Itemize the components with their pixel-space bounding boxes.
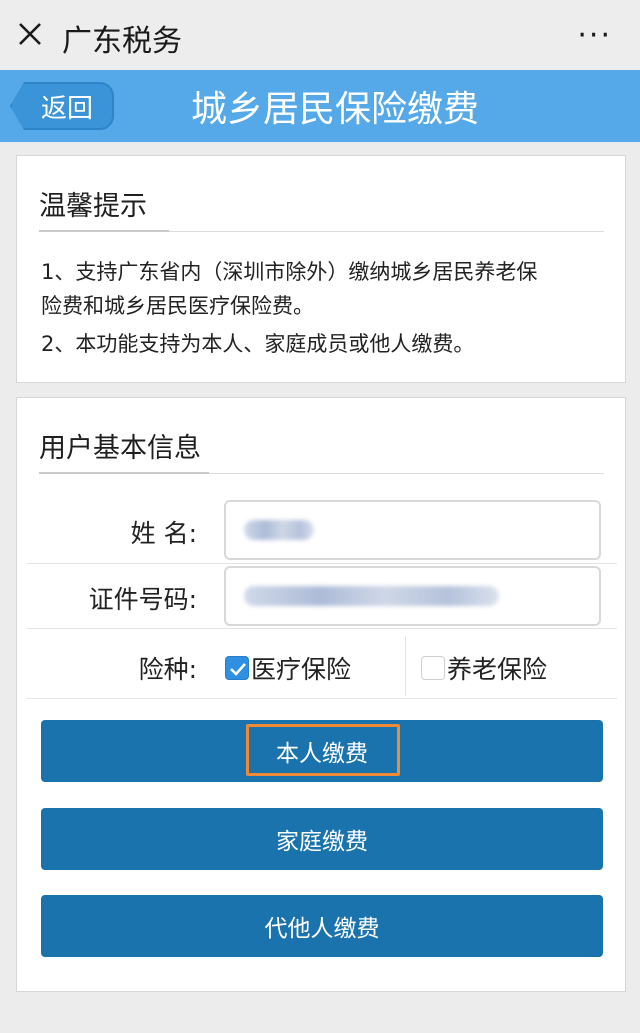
- medical-insurance-label[interactable]: 医疗保险: [251, 650, 351, 686]
- tips-title-underline: [39, 230, 169, 232]
- column-divider: [405, 636, 406, 696]
- tip-line-1: 1、支持广东省内（深圳市除外）缴纳城乡居民养老保: [41, 260, 538, 284]
- tips-divider: [169, 231, 604, 232]
- wechat-title-bar: 广东税务 ···: [0, 0, 640, 70]
- family-pay-button[interactable]: 家庭缴费: [41, 808, 603, 870]
- insurance-type-label: 险种:: [138, 655, 197, 684]
- page-title: 城乡居民保险缴费: [190, 89, 479, 130]
- row-divider: [27, 628, 617, 629]
- name-value-redacted: [244, 520, 314, 540]
- id-number-label: 证件号码:: [88, 585, 197, 614]
- user-info-title-underline: [39, 472, 209, 474]
- tips-panel: 温馨提示 1、支持广东省内（深圳市除外）缴纳城乡居民养老保 险费和城乡居民医疗保…: [16, 155, 626, 383]
- row-divider: [27, 698, 617, 699]
- name-input[interactable]: [224, 500, 601, 560]
- more-options-icon[interactable]: ···: [577, 18, 612, 53]
- close-icon[interactable]: [16, 20, 44, 48]
- id-number-value-redacted: [244, 586, 499, 606]
- check-icon: [230, 663, 246, 676]
- pay-for-others-button[interactable]: 代他人缴费: [41, 895, 603, 957]
- user-info-title: 用户基本信息: [39, 433, 201, 464]
- pension-insurance-label[interactable]: 养老保险: [447, 650, 547, 686]
- highlight-box: [246, 724, 400, 776]
- user-info-divider: [209, 473, 604, 474]
- name-label: 姓 名:: [130, 519, 197, 548]
- pension-insurance-checkbox[interactable]: [421, 656, 445, 680]
- medical-insurance-checkbox[interactable]: [225, 656, 249, 680]
- tips-title: 温馨提示: [39, 191, 147, 222]
- wechat-page-title: 广东税务: [62, 24, 182, 59]
- user-info-panel: 用户基本信息 姓 名: 证件号码: 险种: 医疗保险 养老保险 本人缴费 家庭缴…: [16, 397, 626, 992]
- row-divider: [27, 563, 617, 564]
- tip-line-3: 2、本功能支持为本人、家庭成员或他人缴费。: [41, 332, 475, 356]
- id-number-input[interactable]: [224, 566, 601, 626]
- tip-line-2: 险费和城乡居民医疗保险费。: [41, 294, 314, 318]
